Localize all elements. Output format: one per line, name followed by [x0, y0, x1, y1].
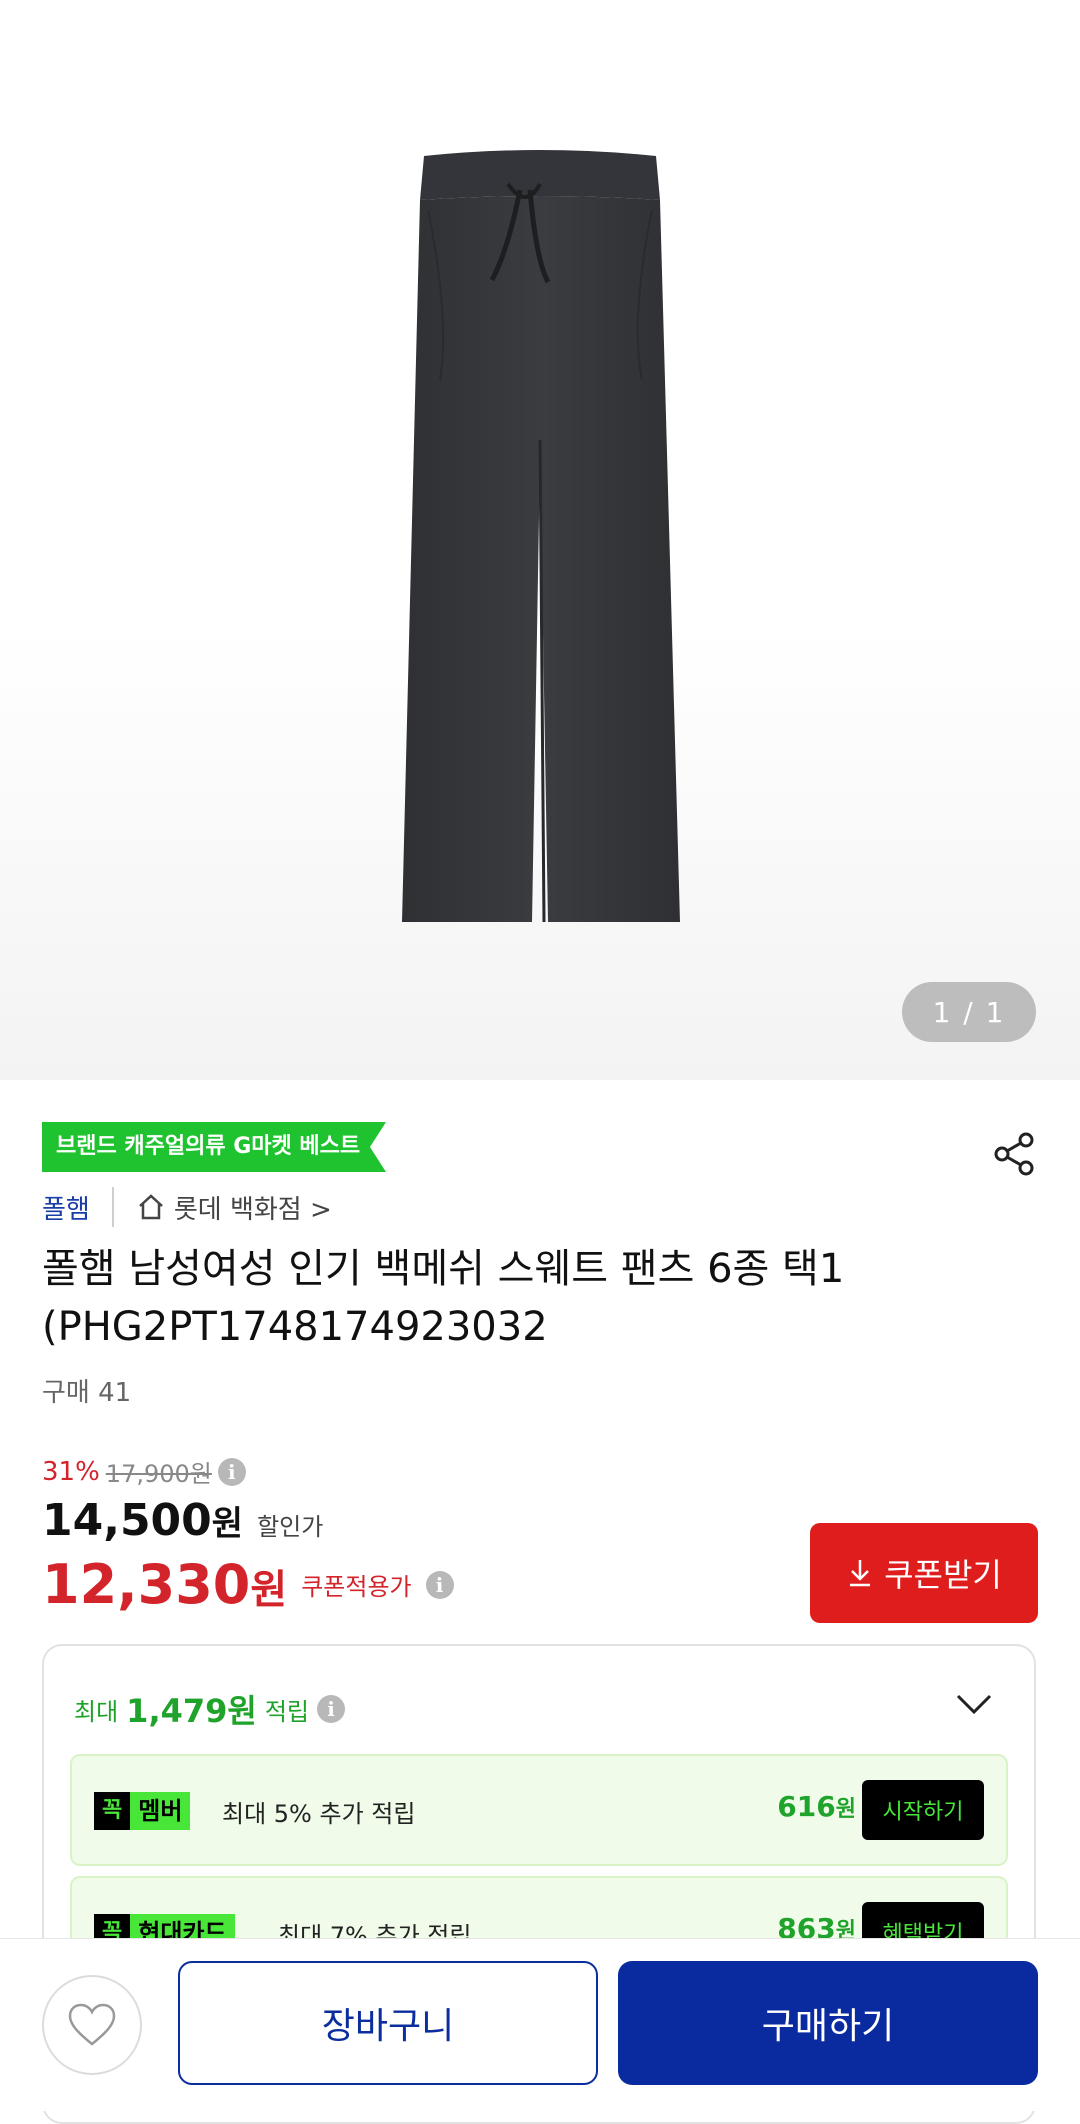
reward-card-member: 꼭 멤버 최대 5% 추가 적립 616원 시작하기	[70, 1754, 1008, 1866]
reward-amount: 1,479원	[126, 1692, 257, 1730]
bottom-action-bar: 장바구니 구매하기	[0, 1938, 1080, 2111]
chevron-down-icon[interactable]	[954, 1688, 994, 1718]
store-label: 롯데 백화점 >	[173, 1194, 332, 1225]
sale-price: 14,500원	[42, 1495, 243, 1546]
reward-summary[interactable]: 최대 1,479원 적립 i	[74, 1686, 346, 1732]
discount-row: 31% 17,900원 i	[42, 1454, 246, 1489]
sale-price-label: 할인가	[257, 1513, 324, 1541]
badge-prefix: 꼭	[94, 1792, 131, 1830]
reward-prefix: 최대	[74, 1697, 119, 1726]
reward-suffix: 적립	[264, 1697, 310, 1726]
info-icon[interactable]: i	[217, 1457, 246, 1486]
discount-rate: 31%	[42, 1456, 100, 1487]
best-badge[interactable]: 브랜드 캐주얼의류 G마켓 베스트	[42, 1122, 387, 1172]
buy-button[interactable]: 구매하기	[618, 1961, 1038, 2085]
divider	[111, 1187, 114, 1227]
product-title: 폴햄 남성여성 인기 백메쉬 스웨트 팬츠 6종 택1 (PHG2PT17481…	[42, 1246, 845, 1350]
download-icon	[850, 1560, 871, 1587]
sale-price-row: 14,500원 할인가	[42, 1495, 323, 1546]
amount-unit: 원	[835, 1797, 856, 1822]
home-icon	[139, 1194, 163, 1220]
coupon-price-unit: 원	[250, 1567, 288, 1613]
best-badge-label: 브랜드 캐주얼의류 G마켓 베스트	[42, 1122, 371, 1172]
info-icon[interactable]: i	[317, 1695, 346, 1723]
purchase-count: 구매 41	[42, 1378, 132, 1408]
reward-card-amount: 616원	[777, 1790, 856, 1823]
start-button[interactable]: 시작하기	[862, 1780, 984, 1840]
coupon-price-row: 12,330원 쿠폰적용가 i	[42, 1553, 454, 1616]
store-link[interactable]: 롯데 백화점 >	[136, 1189, 332, 1226]
best-badge-tail	[370, 1122, 387, 1172]
coupon-price-label: 쿠폰적용가	[301, 1573, 412, 1601]
wishlist-button[interactable]	[42, 1975, 142, 2075]
share-icon[interactable]	[990, 1130, 1038, 1178]
brand-store-row: 폴햄 롯데 백화점 >	[42, 1185, 332, 1229]
heart-icon	[68, 2003, 116, 2046]
coupon-button-label: 쿠폰받기	[884, 1556, 1002, 1594]
info-icon[interactable]: i	[425, 1570, 454, 1599]
sale-price-unit: 원	[211, 1504, 244, 1544]
coupon-price: 12,330원	[42, 1553, 287, 1616]
amount-number: 616	[777, 1790, 836, 1823]
image-counter: 1 / 1	[902, 982, 1036, 1042]
sale-price-number: 14,500	[42, 1495, 212, 1546]
cart-button[interactable]: 장바구니	[178, 1961, 598, 2085]
reward-card-desc: 최대 5% 추가 적립	[222, 1800, 416, 1828]
product-image-area[interactable]: 1 / 1	[0, 0, 1080, 1080]
coupon-download-button[interactable]: 쿠폰받기	[810, 1523, 1038, 1623]
product-image-pants	[402, 150, 680, 923]
member-badge: 꼭 멤버	[94, 1792, 191, 1830]
original-price: 17,900원	[105, 1460, 212, 1488]
coupon-price-number: 12,330	[42, 1553, 251, 1616]
badge-name: 멤버	[130, 1792, 191, 1830]
brand-link[interactable]: 폴햄	[42, 1189, 90, 1226]
